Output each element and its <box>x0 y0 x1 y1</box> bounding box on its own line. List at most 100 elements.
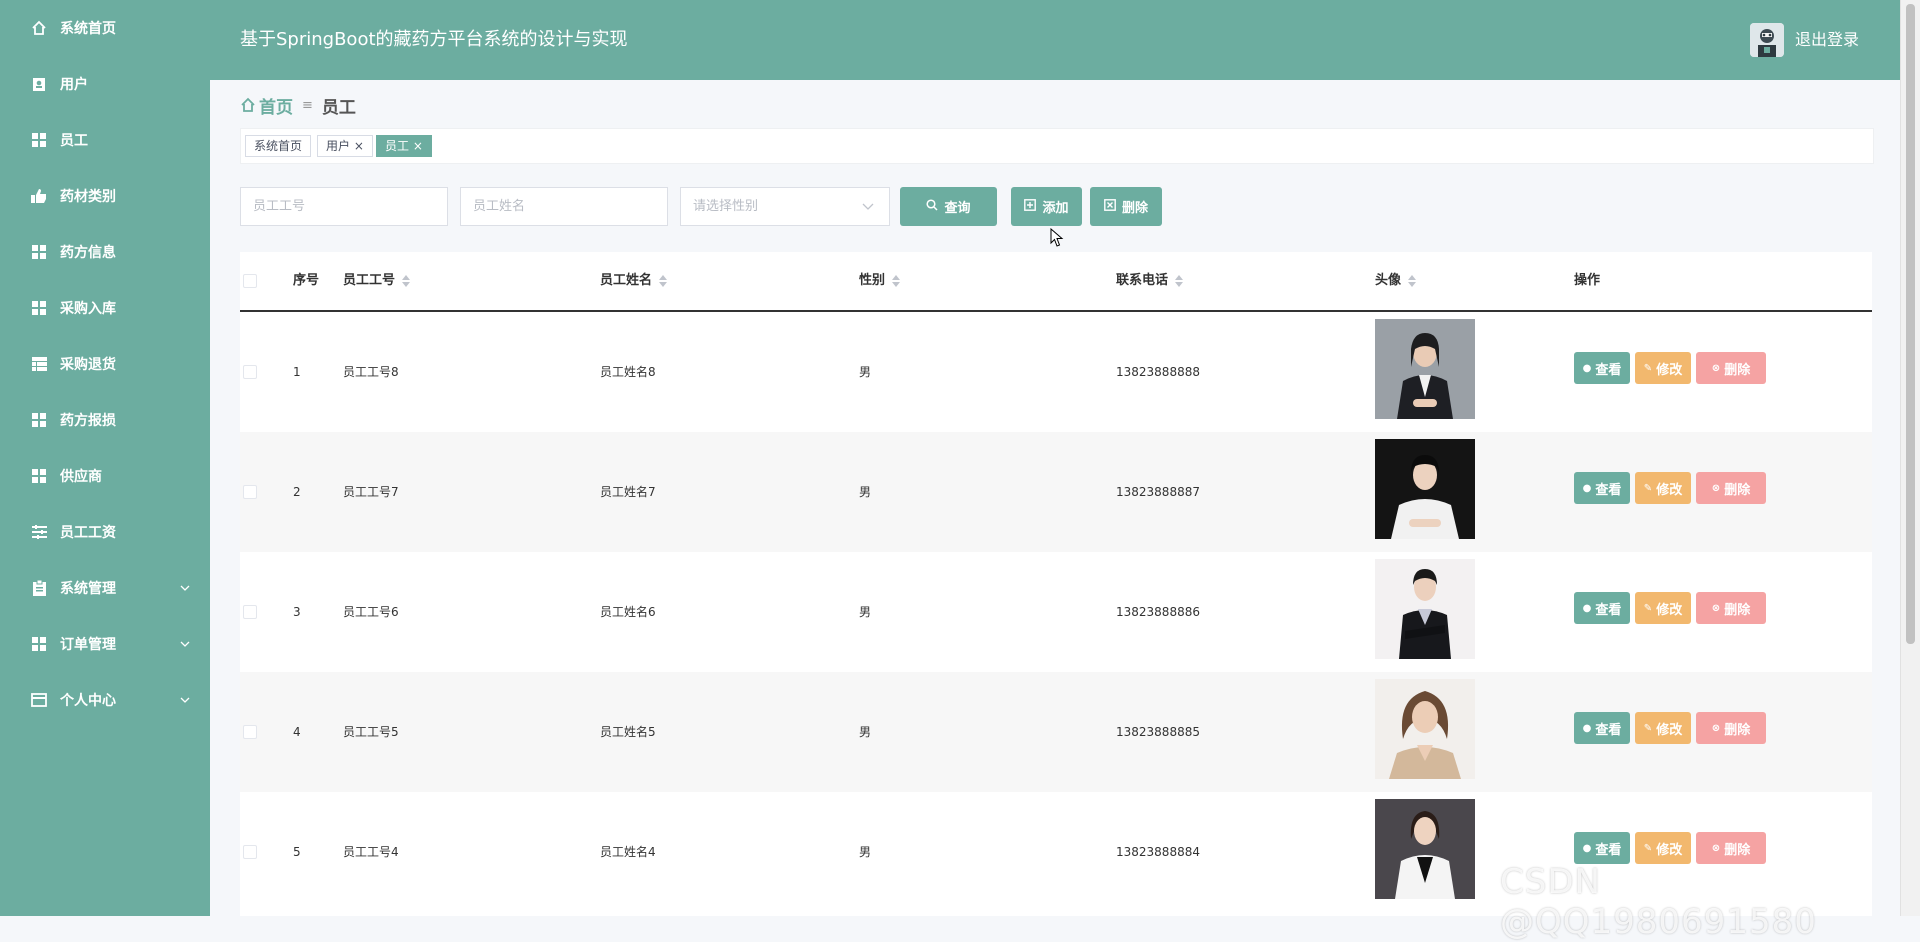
cell-name: 员工姓名4 <box>600 845 656 859</box>
employee-photo <box>1375 319 1475 419</box>
delete-icon: ⊗ <box>1711 722 1721 734</box>
delete-button-label: 删除 <box>1724 482 1751 498</box>
grid-icon <box>30 467 48 485</box>
close-icon[interactable]: × <box>413 139 423 153</box>
table-header: 序号 员工工号 员工姓名 性别 联系电话 头像 操作 <box>240 252 1872 312</box>
breadcrumb-home[interactable]: 首页 <box>240 93 293 118</box>
delete-icon: ⊗ <box>1711 482 1721 494</box>
cell-emp-no: 员工工号7 <box>343 485 399 499</box>
column-header-name[interactable]: 员工姓名 <box>600 252 668 310</box>
table-row: 4 员工工号5 员工姓名5 男 13823888885 ● 查看 ✎ 修改 ⊗ 删除 <box>240 672 1872 792</box>
cell-name: 员工姓名8 <box>600 365 656 379</box>
batch-delete-button[interactable]: 删除 <box>1090 187 1162 226</box>
edit-button[interactable]: ✎ 修改 <box>1635 472 1691 504</box>
edit-button[interactable]: ✎ 修改 <box>1635 712 1691 744</box>
employee-name-input[interactable] <box>460 187 668 226</box>
cell-emp-no: 员工工号6 <box>343 605 399 619</box>
delete-button[interactable]: ⊗ 删除 <box>1696 472 1766 504</box>
sidebar-item-purchase-in[interactable]: 采购入库 <box>0 280 210 336</box>
sort-icon[interactable] <box>402 275 411 287</box>
add-button[interactable]: 添加 <box>1011 187 1082 226</box>
select-all-checkbox[interactable] <box>243 274 257 288</box>
row-checkbox[interactable] <box>243 365 257 379</box>
edit-icon: ✎ <box>1643 842 1653 854</box>
sidebar-item-supplier[interactable]: 供应商 <box>0 448 210 504</box>
grid-icon <box>30 299 48 317</box>
column-header-phone[interactable]: 联系电话 <box>1116 252 1184 310</box>
sidebar-item-employee[interactable]: 员工 <box>0 112 210 168</box>
sort-icon[interactable] <box>892 275 901 287</box>
tag-home[interactable]: 系统首页 <box>245 135 312 157</box>
delete-icon: ⊗ <box>1711 842 1721 854</box>
view-button[interactable]: ● 查看 <box>1574 592 1630 624</box>
column-header-gender[interactable]: 性别 <box>859 252 901 310</box>
edit-button[interactable]: ✎ 修改 <box>1635 832 1691 864</box>
column-label: 操作 <box>1574 273 1601 288</box>
tag-user[interactable]: 用户 × <box>317 135 373 157</box>
sidebar-item-salary[interactable]: 员工工资 <box>0 504 210 560</box>
top-header: 基于SpringBoot的藏药方平台系统的设计与实现 退出登录 <box>210 0 1900 80</box>
delete-square-icon <box>1104 199 1116 214</box>
query-button[interactable]: 查询 <box>900 187 997 226</box>
eye-icon: ● <box>1582 362 1592 374</box>
sidebar-item-label: 员工工资 <box>60 525 116 541</box>
sidebar-item-home[interactable]: 系统首页 <box>0 0 210 56</box>
cell-index: 5 <box>293 845 301 859</box>
row-checkbox[interactable] <box>243 605 257 619</box>
cell-gender: 男 <box>859 725 872 739</box>
sidebar-item-order-management[interactable]: 订单管理 <box>0 616 210 672</box>
tags-bar: 系统首页 用户 × 员工 × <box>240 128 1874 164</box>
avatar[interactable] <box>1750 23 1784 57</box>
page-scrollbar[interactable] <box>1900 0 1920 916</box>
row-checkbox[interactable] <box>243 725 257 739</box>
chevron-down-icon <box>862 198 874 214</box>
sort-icon[interactable] <box>659 275 668 287</box>
breadcrumb: 首页 ≡ 员工 <box>240 92 356 118</box>
edit-button[interactable]: ✎ 修改 <box>1635 352 1691 384</box>
close-icon[interactable]: × <box>354 139 364 153</box>
add-button-label: 添加 <box>1042 201 1069 216</box>
sidebar-item-label: 药方信息 <box>60 245 116 261</box>
sidebar-item-prescription-loss[interactable]: 药方报损 <box>0 392 210 448</box>
employee-photo <box>1375 439 1475 539</box>
plus-square-icon <box>1024 199 1037 214</box>
row-checkbox[interactable] <box>243 485 257 499</box>
sidebar-item-herb-category[interactable]: 药材类别 <box>0 168 210 224</box>
column-header-index: 序号 <box>293 252 319 310</box>
view-button-label: 查看 <box>1595 722 1622 738</box>
view-button[interactable]: ● 查看 <box>1574 712 1630 744</box>
scrollbar-thumb[interactable] <box>1906 4 1915 644</box>
cell-gender: 男 <box>859 365 872 379</box>
sidebar-item-label: 系统管理 <box>60 581 116 597</box>
column-header-avatar[interactable]: 头像 <box>1375 252 1417 310</box>
delete-button[interactable]: ⊗ 删除 <box>1696 832 1766 864</box>
logout-button[interactable]: 退出登录 <box>1795 0 1859 80</box>
sidebar-item-user[interactable]: 用户 <box>0 56 210 112</box>
sort-icon[interactable] <box>1408 275 1417 287</box>
delete-button[interactable]: ⊗ 删除 <box>1696 592 1766 624</box>
row-checkbox[interactable] <box>243 845 257 859</box>
view-button[interactable]: ● 查看 <box>1574 832 1630 864</box>
sidebar-item-prescription[interactable]: 药方信息 <box>0 224 210 280</box>
view-button[interactable]: ● 查看 <box>1574 472 1630 504</box>
edit-button-label: 修改 <box>1656 602 1683 618</box>
cell-index: 3 <box>293 605 301 619</box>
gender-select[interactable] <box>680 187 890 226</box>
tag-employee[interactable]: 员工 × <box>376 135 432 157</box>
sidebar-item-purchase-return[interactable]: 采购退货 <box>0 336 210 392</box>
sidebar-item-personal-center[interactable]: 个人中心 <box>0 672 210 728</box>
table-row: 1 员工工号8 员工姓名8 男 13823888888 ● 查看 ✎ 修改 ⊗ 删除 <box>240 312 1872 432</box>
view-button[interactable]: ● 查看 <box>1574 352 1630 384</box>
delete-icon: ⊗ <box>1711 362 1721 374</box>
delete-button[interactable]: ⊗ 删除 <box>1696 352 1766 384</box>
chevron-down-icon <box>180 616 190 672</box>
column-header-emp-no[interactable]: 员工工号 <box>343 252 411 310</box>
eye-icon: ● <box>1582 482 1592 494</box>
employee-photo <box>1375 799 1475 899</box>
delete-button[interactable]: ⊗ 删除 <box>1696 712 1766 744</box>
employee-number-input[interactable] <box>240 187 448 226</box>
sort-icon[interactable] <box>1175 275 1184 287</box>
column-header-actions: 操作 <box>1574 252 1600 310</box>
sidebar-item-system-management[interactable]: 系统管理 <box>0 560 210 616</box>
edit-button[interactable]: ✎ 修改 <box>1635 592 1691 624</box>
